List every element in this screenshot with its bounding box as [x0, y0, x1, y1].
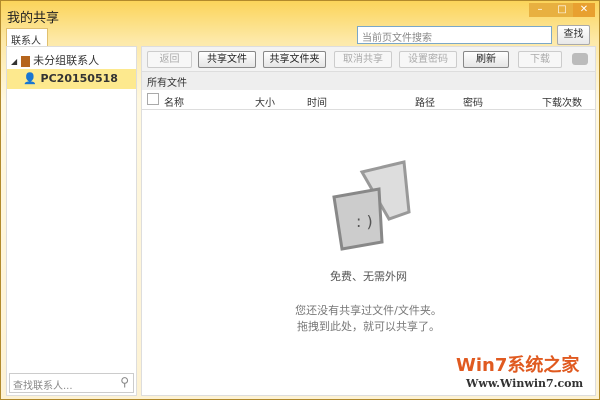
cancel-share-button[interactable]: 取消共享: [334, 51, 392, 68]
refresh-button[interactable]: 刷新: [463, 51, 509, 68]
tab-contacts[interactable]: 联系人: [6, 28, 48, 47]
file-search-input[interactable]: 当前页文件搜索: [357, 26, 552, 44]
column-name[interactable]: 名称: [164, 94, 184, 109]
column-size[interactable]: 大小: [255, 94, 275, 109]
column-path[interactable]: 路径: [415, 94, 435, 109]
set-password-button[interactable]: 设置密码: [399, 51, 457, 68]
find-button[interactable]: 查找: [557, 25, 590, 45]
svg-text:: ): : ): [356, 212, 373, 231]
close-button[interactable]: ✕: [573, 3, 595, 17]
group-label: 未分组联系人: [33, 54, 100, 67]
search-icon[interactable]: ⚲: [120, 375, 129, 389]
download-button[interactable]: 下载: [518, 51, 562, 68]
inbox-icon[interactable]: [572, 53, 588, 65]
column-downloads[interactable]: 下载次数: [542, 94, 582, 109]
window-title: 我的共享: [7, 11, 60, 26]
column-password[interactable]: 密码: [463, 94, 483, 109]
select-all-checkbox[interactable]: [147, 93, 159, 105]
watermark-url: Www.Winwin7.com: [466, 377, 584, 390]
file-panel: 返回 共享文件 共享文件夹 取消共享 设置密码 刷新 下载 所有文件 名称 大小…: [141, 46, 596, 396]
contact-book-icon: [20, 55, 30, 67]
empty-line-1: 您还没有共享过文件/文件夹。: [295, 304, 442, 317]
find-contact-placeholder: 查找联系人...: [13, 381, 73, 392]
empty-headline: 免费、无需外网: [330, 270, 407, 283]
expand-icon[interactable]: ◢: [11, 57, 17, 66]
back-button[interactable]: 返回: [147, 51, 192, 68]
user-icon: 👤: [23, 72, 37, 85]
window: 我的共享 – □ ✕ 联系人 当前页文件搜索 查找 ◢ 未分组联系人 👤 PC2…: [0, 0, 600, 400]
column-time[interactable]: 时间: [307, 94, 327, 109]
contacts-sidebar: ◢ 未分组联系人 👤 PC20150518 查找联系人... ⚲: [6, 46, 137, 396]
share-folder-button[interactable]: 共享文件夹: [263, 51, 326, 68]
contact-label: PC20150518: [40, 72, 118, 85]
contact-group[interactable]: ◢ 未分组联系人: [11, 52, 99, 68]
empty-state: : ) 免费、无需外网 您还没有共享过文件/文件夹。 拖拽到此处，就可以共享了。: [142, 157, 595, 334]
empty-line-2: 拖拽到此处，就可以共享了。: [297, 320, 440, 333]
maximize-button[interactable]: □: [551, 3, 573, 17]
minimize-button[interactable]: –: [529, 3, 551, 17]
toolbar: 返回 共享文件 共享文件夹 取消共享 设置密码 刷新 下载: [142, 47, 595, 72]
chat-boxes-icon: : ): [331, 160, 411, 251]
breadcrumb[interactable]: 所有文件: [142, 72, 595, 90]
contact-item[interactable]: 👤 PC20150518: [7, 69, 136, 89]
watermark-brand: Win7系统之家: [456, 355, 580, 376]
watermark: Win7系统之家 Www.Winwin7.com: [406, 351, 583, 390]
share-file-button[interactable]: 共享文件: [198, 51, 256, 68]
find-contact-input[interactable]: 查找联系人... ⚲: [9, 373, 134, 393]
table-header: 名称 大小 时间 路径 密码 下载次数: [142, 90, 595, 110]
